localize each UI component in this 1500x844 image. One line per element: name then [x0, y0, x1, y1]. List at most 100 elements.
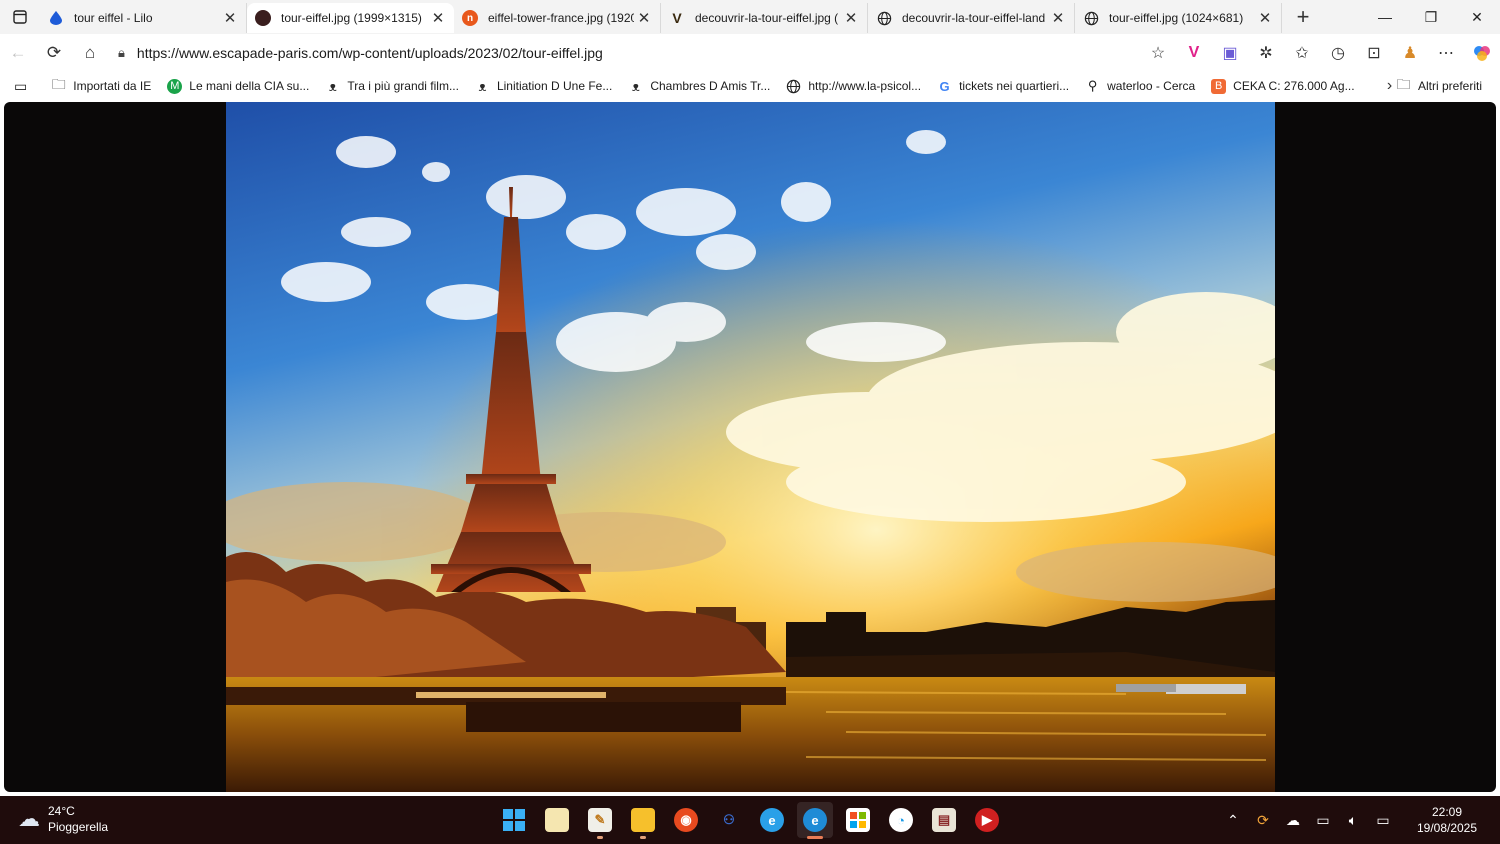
folder-icon: 🗀︎: [1396, 76, 1411, 92]
store-icon: [846, 808, 870, 832]
sticky-notes-icon: [545, 808, 569, 832]
image-viewer: [4, 102, 1496, 792]
tab-decouvrir-land[interactable]: decouvrir-la-tour-eiffel-land ✕: [868, 3, 1075, 33]
tab-lilo[interactable]: tour eiffel - Lilo ✕: [40, 3, 247, 33]
address-bar[interactable]: 🔒︎ https://www.escapade-paris.com/wp-con…: [108, 38, 1134, 68]
window-controls: — ❐ ✕: [1362, 0, 1500, 34]
sync-icon[interactable]: ⟳: [1248, 805, 1278, 835]
globe-icon: [876, 10, 892, 26]
url-text[interactable]: https://www.escapade-paris.com/wp-conten…: [137, 45, 603, 61]
search-icon: ⚲: [1087, 78, 1098, 93]
tab-title: decouvrir-la-tour-eiffel.jpg (: [695, 11, 839, 25]
clock[interactable]: 22:09 19/08/2025: [1402, 804, 1492, 836]
system-tray: ⌃ ⟳ ☁ ▭ 🔈︎ ▭ 22:09 19/08/2025: [1218, 796, 1500, 844]
other-favorites-folder[interactable]: 🗀︎ Altri preferiti: [1388, 74, 1490, 98]
taskbar-edge[interactable]: e: [797, 802, 833, 839]
start-button[interactable]: [496, 802, 532, 838]
tab-actions-button[interactable]: [0, 0, 40, 34]
taskbar-photos-app[interactable]: ◔: [883, 802, 919, 838]
windows-logo-icon: [502, 808, 526, 832]
windows-taskbar: ☁ 24°C Pioggerella ✎ ◉ ⚇ e e ◔ ▤ ▶ ⌃ ⟳ ☁…: [0, 796, 1500, 844]
taskbar-store[interactable]: [840, 802, 876, 838]
play-icon: ▶: [975, 808, 999, 832]
photos-icon: ◔: [889, 808, 913, 832]
green-m-icon: M: [167, 78, 183, 94]
reading-list-icon[interactable]: ▭: [6, 74, 43, 98]
tab-title: eiffel-tower-france.jpg (1920: [488, 11, 634, 25]
blogger-icon: B: [1211, 78, 1227, 94]
people-icon: ⚇: [723, 812, 735, 827]
edge-dev-icon: e: [760, 808, 784, 832]
taskbar-archive-app[interactable]: ▤: [926, 802, 962, 838]
weather-temperature: 24°C: [48, 804, 75, 818]
v-logo-icon: V: [672, 10, 682, 26]
tab-tour-eiffel-jpg[interactable]: tour-eiffel.jpg (1999×1315) ✕: [247, 3, 454, 33]
volume-icon[interactable]: 🔈︎: [1338, 805, 1368, 835]
bookmark-item[interactable]: G tickets nei quartieri...: [929, 74, 1077, 98]
taskbar-apps: ✎ ◉ ⚇ e e ◔ ▤ ▶: [496, 802, 1012, 839]
close-tab-icon[interactable]: ✕: [1048, 8, 1068, 28]
taskbar-edge-beta[interactable]: e: [754, 802, 790, 838]
history-icon[interactable]: ◷: [1320, 38, 1356, 68]
tab-eiffel-tower-france[interactable]: n eiffel-tower-france.jpg (1920 ✕: [454, 3, 661, 33]
bookmark-item[interactable]: B CEKA C: 276.000 Ag...: [1203, 74, 1362, 98]
lilo-drop-icon: [48, 10, 64, 26]
taskbar-media-app[interactable]: ◉: [668, 802, 704, 838]
google-icon: G: [939, 78, 950, 94]
navigation-toolbar: ← ⟳ ⌂ 🔒︎ https://www.escapade-paris.com/…: [0, 34, 1500, 72]
bookmark-item[interactable]: ᴥ Tra i più grandi film...: [317, 74, 467, 98]
close-tab-icon[interactable]: ✕: [1255, 8, 1275, 28]
close-tab-icon[interactable]: ✕: [634, 8, 654, 28]
network-icon[interactable]: ▭: [1308, 805, 1338, 835]
taskbar-notes-app[interactable]: [539, 802, 575, 838]
favorites-icon[interactable]: ✩: [1284, 38, 1320, 68]
more-menu-icon[interactable]: ⋯: [1428, 38, 1464, 68]
extensions-puzzle-icon[interactable]: ✲: [1248, 38, 1284, 68]
screenshot-icon[interactable]: ⊡: [1356, 38, 1392, 68]
taskbar-file-explorer[interactable]: [625, 802, 661, 839]
taskbar-people-app[interactable]: ⚇: [711, 802, 747, 838]
weather-widget[interactable]: ☁ 24°C Pioggerella: [18, 803, 108, 835]
refresh-button[interactable]: ⟳: [36, 38, 72, 68]
close-tab-icon[interactable]: ✕: [428, 8, 448, 28]
restore-button[interactable]: ❐: [1408, 0, 1454, 34]
close-window-button[interactable]: ✕: [1454, 0, 1500, 34]
bookmark-item[interactable]: M Le mani della CIA su...: [159, 74, 317, 98]
bookmark-item[interactable]: http://www.la-psicol...: [778, 74, 929, 98]
tab-tour-eiffel-1024[interactable]: tour-eiffel.jpg (1024×681) ✕: [1075, 3, 1282, 33]
globe-icon: [1083, 10, 1099, 26]
weather-description: Pioggerella: [48, 820, 109, 834]
favorite-star-icon[interactable]: ☆: [1140, 38, 1176, 68]
bookmarks-bar: ▭ 🗀︎ Importati da IE M Le mani della CIA…: [0, 72, 1500, 100]
clock-date: 19/08/2025: [1416, 821, 1478, 835]
onedrive-cloud-icon[interactable]: ☁: [1278, 805, 1308, 835]
taskbar-notepad-app[interactable]: ✎: [582, 802, 618, 839]
clock-time: 22:09: [1431, 805, 1463, 819]
bookmark-item[interactable]: 🗀︎ Importati da IE: [43, 74, 159, 98]
rain-cloud-icon: ☁: [18, 806, 40, 831]
bookmark-item[interactable]: ⚲ waterloo - Cerca: [1077, 74, 1203, 98]
new-tab-button[interactable]: +: [1288, 2, 1318, 32]
owl-icon: ᴥ: [328, 78, 337, 94]
extension-v-icon[interactable]: V: [1176, 38, 1212, 68]
bookmark-item[interactable]: ᴥ Chambres D Amis Tr...: [620, 74, 778, 98]
tab-decouvrir-jpg[interactable]: V decouvrir-la-tour-eiffel.jpg ( ✕: [661, 3, 868, 33]
site-info-icon[interactable]: 🔒︎: [118, 45, 125, 61]
bookmark-item[interactable]: ᴥ Linitiation D Une Fe...: [467, 74, 620, 98]
profile-icon[interactable]: ♟: [1392, 38, 1428, 68]
close-tab-icon[interactable]: ✕: [220, 8, 240, 28]
copilot-icon[interactable]: [1464, 38, 1500, 68]
home-button[interactable]: ⌂: [72, 38, 108, 68]
folder-icon: [631, 808, 655, 832]
show-hidden-icons-chevron-icon[interactable]: ⌃: [1218, 805, 1248, 835]
tab-title: tour eiffel - Lilo: [74, 11, 153, 25]
taskbar-video-app[interactable]: ▶: [969, 802, 1005, 838]
archive-icon: ▤: [932, 808, 956, 832]
battery-icon[interactable]: ▭: [1368, 805, 1398, 835]
minimize-button[interactable]: —: [1362, 0, 1408, 34]
eiffel-tower-photo[interactable]: [226, 102, 1275, 792]
back-button[interactable]: ←: [0, 38, 36, 68]
close-tab-icon[interactable]: ✕: [841, 8, 861, 28]
tab-strip: tour eiffel - Lilo ✕ tour-eiffel.jpg (19…: [0, 0, 1500, 34]
extension-screen-icon[interactable]: ▣: [1212, 38, 1248, 68]
